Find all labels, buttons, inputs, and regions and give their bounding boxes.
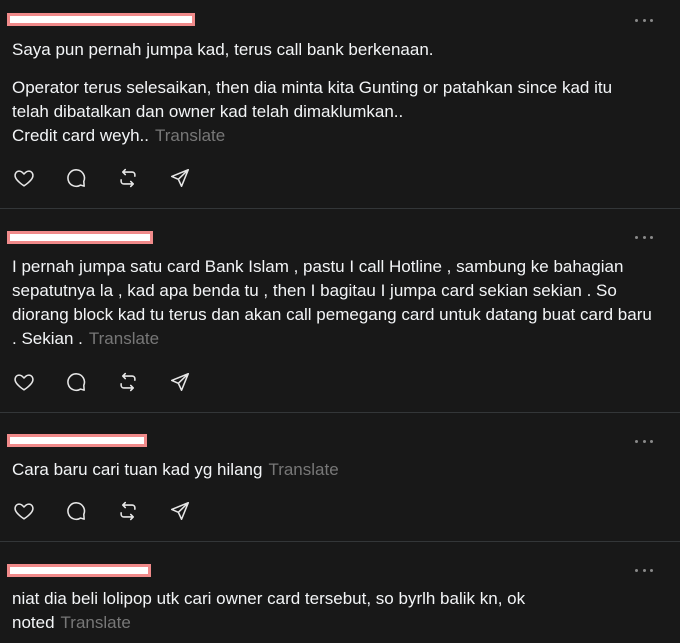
- more-dot: [635, 235, 638, 239]
- send-icon: [170, 501, 190, 521]
- more-dot: [635, 439, 638, 443]
- post-actions: [12, 499, 220, 523]
- more-dot: [650, 235, 653, 239]
- redacted-username: [7, 13, 195, 26]
- redacted-username: [7, 231, 153, 244]
- redacted-username: [7, 564, 151, 577]
- reply-post: Cara baru cari tuan kad yg hilang Transla…: [0, 413, 680, 542]
- reply-button[interactable]: [64, 370, 88, 394]
- more-dot: [650, 18, 653, 22]
- repost-icon: [120, 501, 136, 521]
- share-button[interactable]: [168, 370, 192, 394]
- more-dot: [635, 568, 638, 572]
- reply-button[interactable]: [64, 166, 88, 190]
- more-dot: [642, 18, 646, 22]
- more-options-button[interactable]: [635, 17, 653, 23]
- translate-link[interactable]: Translate: [61, 613, 131, 632]
- redacted-username: [7, 434, 147, 447]
- send-icon: [170, 372, 190, 392]
- post-paragraph: Operator terus selesaikan, then dia mint…: [12, 76, 652, 148]
- reply-post: I pernah jumpa satu card Bank Islam , pa…: [0, 209, 680, 413]
- more-options-button[interactable]: [635, 438, 653, 444]
- post-actions: [12, 370, 220, 394]
- more-dot: [642, 235, 646, 239]
- more-dot: [650, 439, 653, 443]
- repost-icon: [120, 372, 136, 392]
- post-text: niat dia beli lolipop utk cari owner car…: [12, 587, 572, 635]
- post-text: Cara baru cari tuan kad yg hilang Transla…: [12, 458, 652, 482]
- post-paragraph: Saya pun pernah jumpa kad, terus call ba…: [12, 40, 434, 59]
- repost-icon: [120, 168, 136, 188]
- send-icon: [170, 168, 190, 188]
- like-button[interactable]: [12, 499, 36, 523]
- post-paragraph: niat dia beli lolipop utk cari owner car…: [12, 587, 572, 635]
- more-dot: [642, 568, 646, 572]
- reply-post: niat dia beli lolipop utk cari owner car…: [0, 542, 680, 643]
- heart-icon: [14, 170, 34, 187]
- post-actions: [12, 166, 220, 190]
- more-options-button[interactable]: [635, 234, 653, 240]
- comment-icon: [67, 373, 86, 392]
- more-dot: [642, 439, 646, 443]
- share-button[interactable]: [168, 166, 192, 190]
- post-paragraph-text: Operator terus selesaikan, then dia mint…: [12, 78, 613, 145]
- reply-button[interactable]: [64, 499, 88, 523]
- like-button[interactable]: [12, 166, 36, 190]
- post-paragraph: Cara baru cari tuan kad yg hilang Transla…: [12, 458, 652, 482]
- post-text: I pernah jumpa satu card Bank Islam , pa…: [12, 255, 652, 351]
- repost-button[interactable]: [116, 499, 140, 523]
- post-paragraph-text: Cara baru cari tuan kad yg hilang: [12, 460, 263, 479]
- reply-post: Saya pun pernah jumpa kad, terus call ba…: [0, 0, 680, 209]
- post-paragraph: I pernah jumpa satu card Bank Islam , pa…: [12, 255, 652, 351]
- post-text: Saya pun pernah jumpa kad, terus call ba…: [12, 38, 652, 148]
- like-button[interactable]: [12, 370, 36, 394]
- more-dot: [650, 568, 653, 572]
- repost-button[interactable]: [116, 166, 140, 190]
- translate-link[interactable]: Translate: [155, 126, 225, 145]
- heart-icon: [14, 503, 34, 520]
- comment-icon: [67, 169, 86, 188]
- share-button[interactable]: [168, 499, 192, 523]
- repost-button[interactable]: [116, 370, 140, 394]
- more-options-button[interactable]: [635, 567, 653, 573]
- more-dot: [635, 18, 638, 22]
- comment-icon: [67, 502, 86, 521]
- heart-icon: [14, 374, 34, 391]
- translate-link[interactable]: Translate: [89, 329, 159, 348]
- translate-link[interactable]: Translate: [268, 460, 338, 479]
